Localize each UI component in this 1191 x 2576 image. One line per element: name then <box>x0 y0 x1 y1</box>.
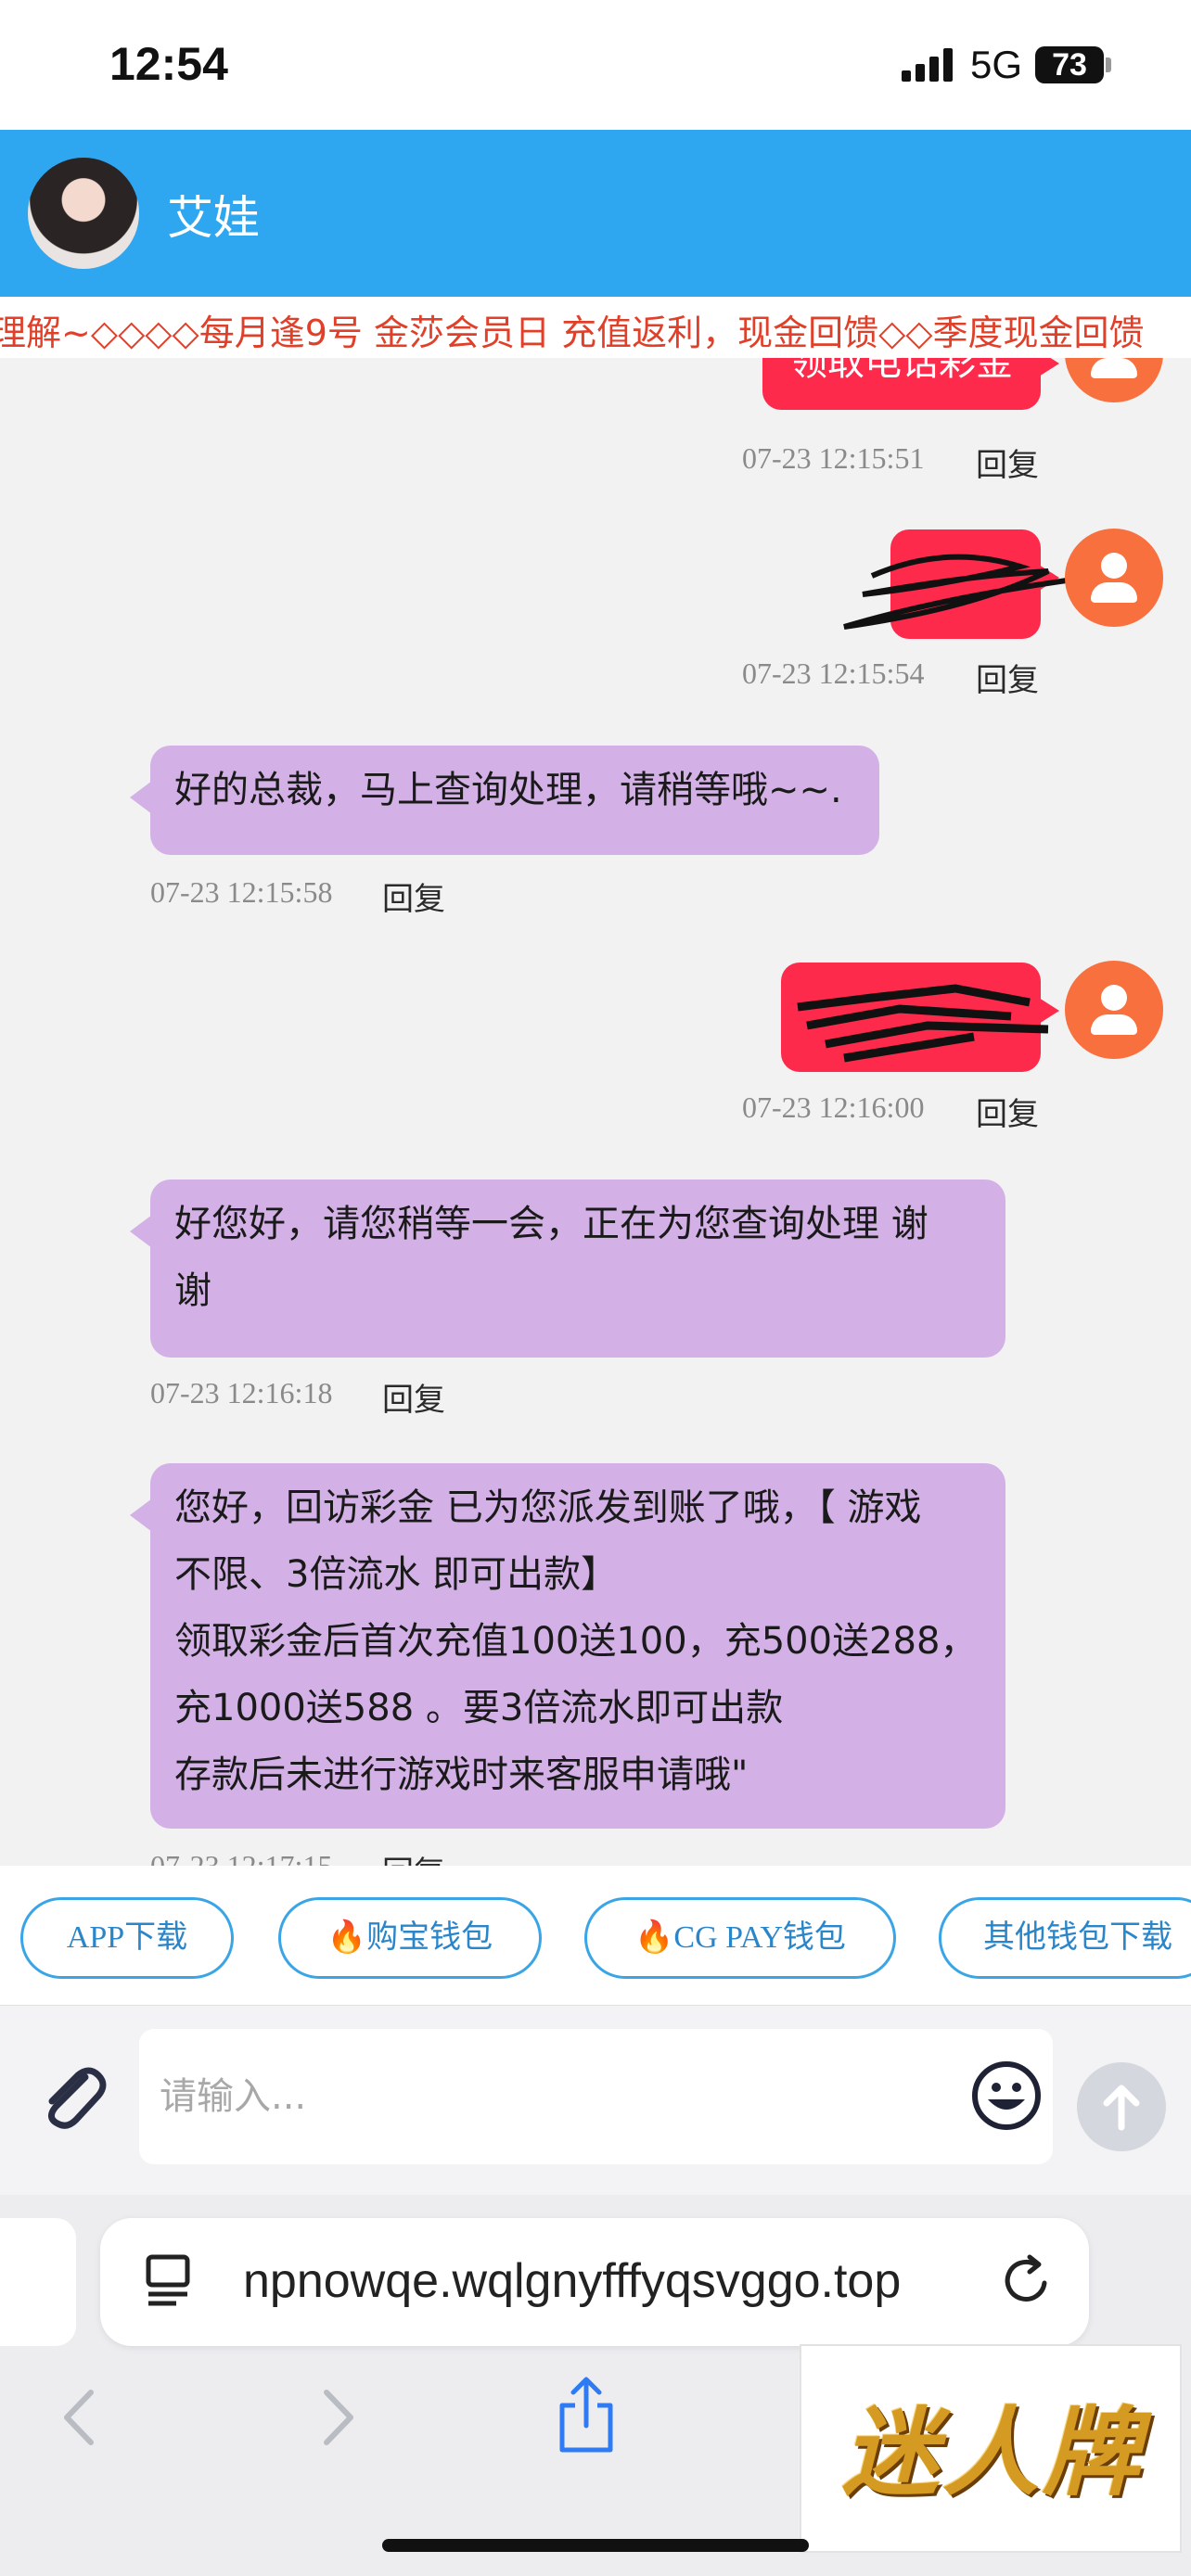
forward-icon[interactable] <box>315 2387 362 2448</box>
cg-pay-wallet-button[interactable]: 🔥CG PAY钱包 <box>584 1897 896 1979</box>
message-text: 领取电话彩金 <box>790 358 1013 384</box>
contact-avatar[interactable] <box>28 158 139 269</box>
message-bubble-outgoing: 领取电话彩金 <box>762 358 1059 410</box>
reply-link[interactable]: 回复 <box>976 440 1039 485</box>
quick-action-bar: APP下载 🔥购宝钱包 🔥CG PAY钱包 其他钱包下载 <box>0 1866 1191 2005</box>
message-timestamp: 07-23 12:15:51 <box>742 441 925 475</box>
battery-tip <box>1106 57 1111 72</box>
reply-link[interactable]: 回复 <box>382 874 445 919</box>
user-avatar-icon <box>1065 961 1163 1059</box>
message-line: 好的总裁，马上查询处理，请稍等哦~~. <box>174 769 842 811</box>
message-timestamp: 07-23 12:16:18 <box>150 1376 333 1409</box>
watermark-text: 迷人牌 <box>841 2395 1143 2509</box>
fire-icon: 🔥 <box>327 1920 367 1955</box>
announcement-marquee: 理解~◇◇◇◇每月逢9号 金莎会员日 充值返利，现金回馈◇◇季度现金回馈 <box>0 297 1191 358</box>
reply-link[interactable]: 回复 <box>976 655 1039 700</box>
message-line: 充1000送588 。要3倍流水即可出款 <box>174 1687 784 1729</box>
back-icon[interactable] <box>56 2387 102 2448</box>
message-line: 好您好，请您稍等一会，正在为您查询处理 谢 <box>174 1203 928 1245</box>
user-avatar-icon <box>1065 358 1163 402</box>
network-type: 5G <box>970 43 1023 86</box>
user-avatar-icon <box>1065 529 1163 627</box>
reply-link[interactable]: 回复 <box>976 1089 1039 1134</box>
home-indicator <box>382 2539 809 2552</box>
message-bubble-incoming: 您好，回访彩金 已为您派发到账了哦，【 游戏 不限、3倍流水 即可出款】 领取彩… <box>130 1463 1005 1829</box>
message-line: 不限、3倍流水 即可出款】 <box>174 1553 619 1596</box>
app-download-button[interactable]: APP下载 <box>20 1897 234 1979</box>
message-bubble-incoming: 好您好，请您稍等一会，正在为您查询处理 谢 谢 <box>130 1180 1005 1358</box>
message-line: 存款后未进行游戏时来客服申请哦" <box>174 1753 749 1796</box>
message-line: 您好，回访彩金 已为您派发到账了哦，【 游戏 <box>174 1486 922 1529</box>
message-bubble-incoming: 好的总裁，马上查询处理，请稍等哦~~. <box>130 746 879 855</box>
redaction-scribble <box>797 984 1049 1063</box>
battery-icon: 73 <box>1035 46 1104 83</box>
reply-link[interactable]: 回复 <box>382 1374 445 1420</box>
emoji-icon[interactable] <box>969 2059 1044 2133</box>
redaction-scribble <box>843 554 1068 630</box>
message-timestamp: 07-23 12:17:15 <box>150 1849 333 1866</box>
chat-message-list[interactable]: 领取电话彩金 07-23 12:15:51 回复 07-23 12:15:54 … <box>0 358 1191 1866</box>
marquee-text: 理解~◇◇◇◇每月逢9号 金莎会员日 充值返利，现金回馈◇◇季度现金回馈 <box>0 312 1145 353</box>
other-wallet-download-button[interactable]: 其他钱包下载 <box>939 1897 1191 1979</box>
arrow-up-icon <box>1103 2085 1140 2131</box>
message-input[interactable] <box>139 2029 1053 2164</box>
attachment-icon[interactable] <box>32 2057 111 2136</box>
message-timestamp: 07-23 12:15:54 <box>742 657 925 690</box>
share-icon[interactable] <box>553 2374 620 2455</box>
reply-link[interactable]: 回复 <box>382 1847 445 1866</box>
previous-tab[interactable] <box>0 2218 76 2346</box>
fire-icon: 🔥 <box>634 1920 674 1955</box>
message-line: 谢 <box>174 1269 211 1312</box>
message-timestamp: 07-23 12:15:58 <box>150 875 333 909</box>
signal-icon <box>902 48 953 82</box>
send-button[interactable] <box>1077 2062 1166 2151</box>
url-text[interactable]: npnowqe.wqlgnyfffyqsvggo.top <box>243 2253 985 2309</box>
message-line: 领取彩金后首次充值100送100，充500送288， <box>174 1620 978 1663</box>
status-time: 12:54 <box>109 38 228 90</box>
gouba-wallet-button[interactable]: 🔥购宝钱包 <box>278 1897 542 1979</box>
message-timestamp: 07-23 12:16:00 <box>742 1090 925 1124</box>
reader-mode-icon[interactable] <box>141 2250 197 2311</box>
contact-name: 艾娃 <box>167 191 260 245</box>
reload-icon[interactable] <box>998 2250 1057 2311</box>
